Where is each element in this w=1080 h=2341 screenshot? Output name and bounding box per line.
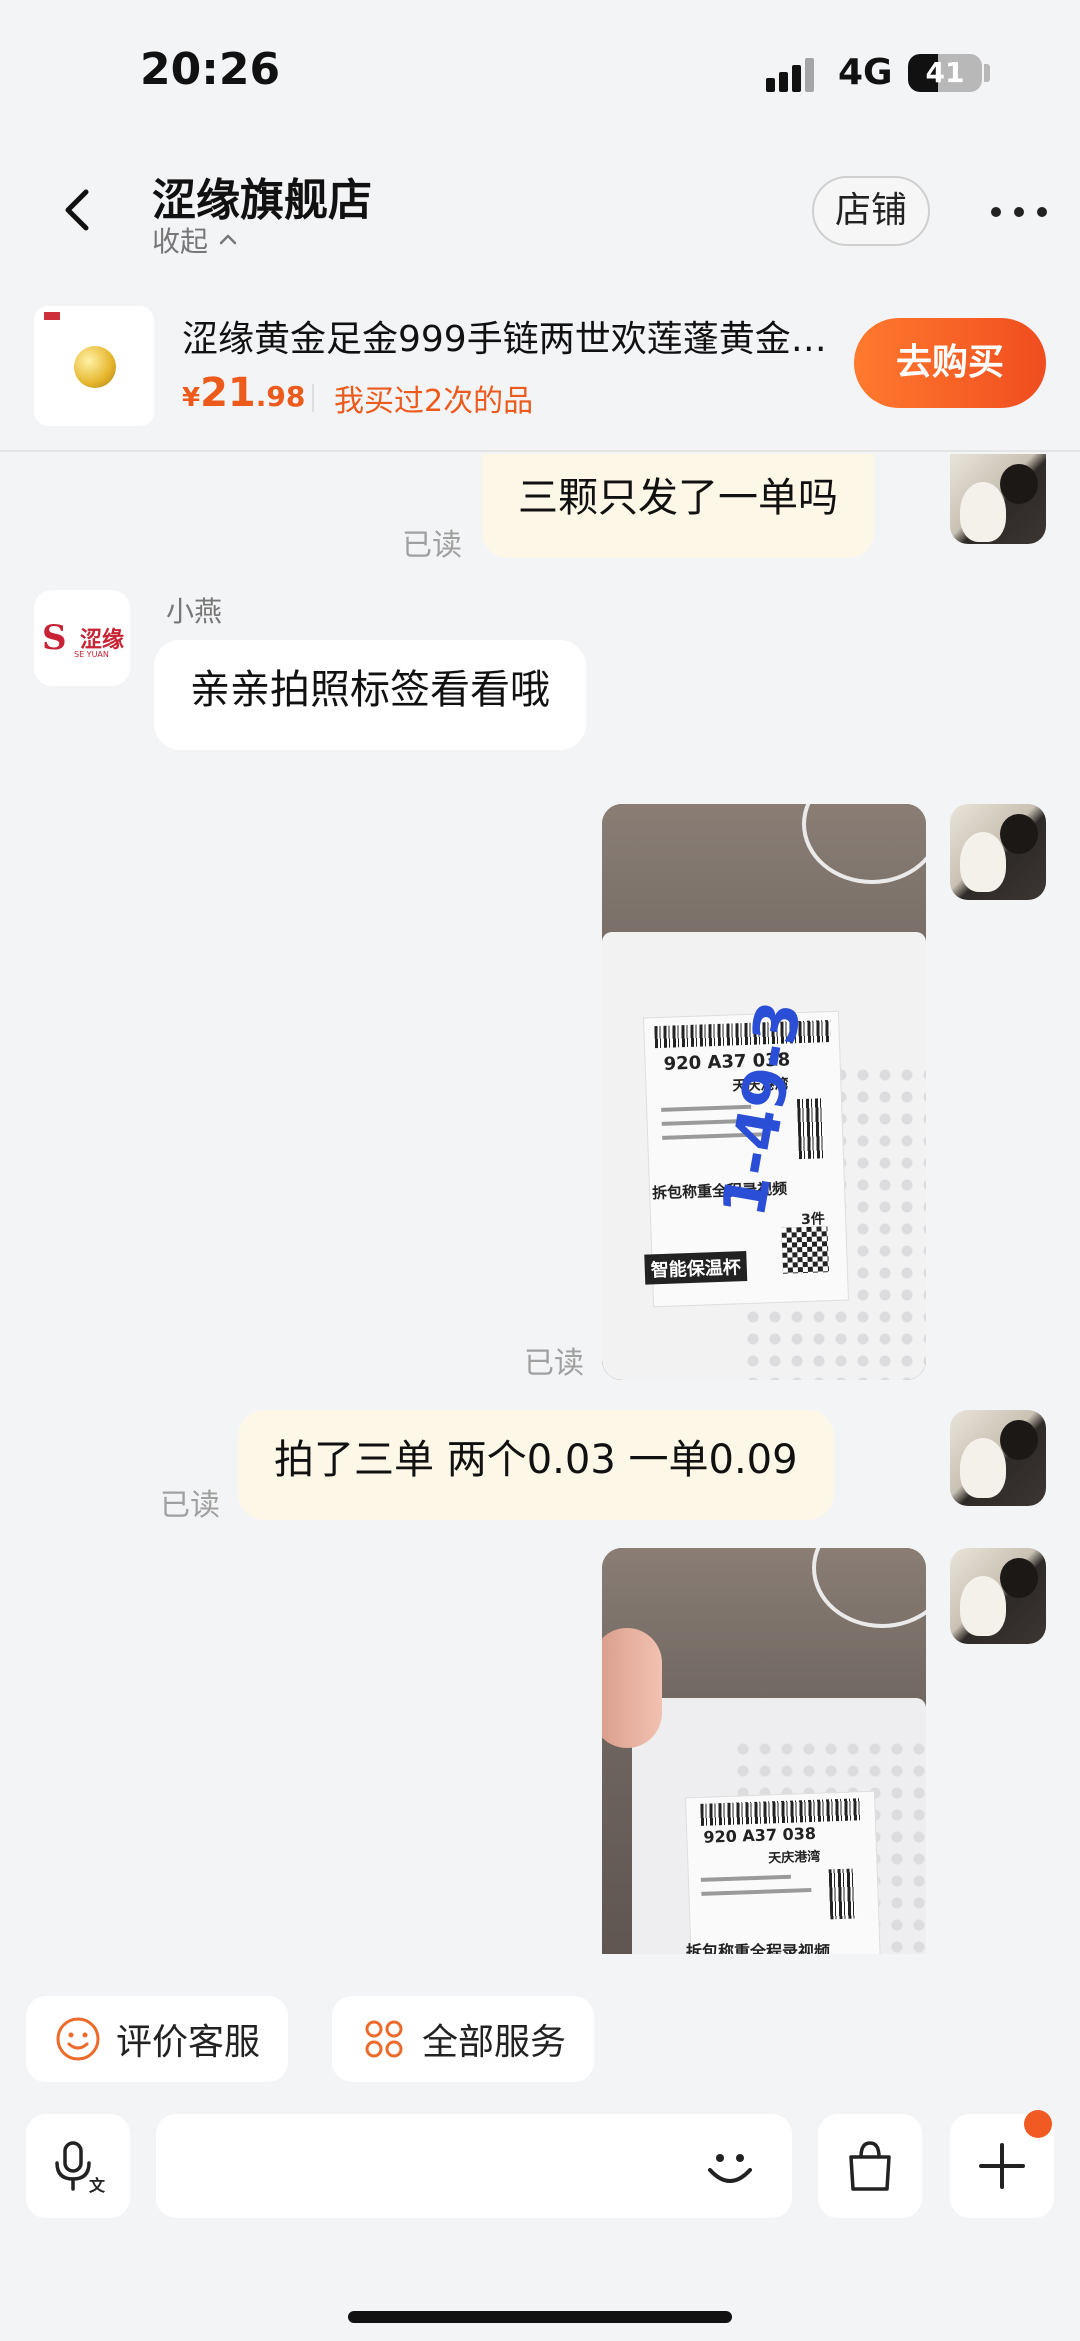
brand-mark [44, 312, 60, 320]
label-notice: 拆包称重全程录视频 [686, 1942, 831, 1954]
voice-button[interactable]: 文 [26, 2114, 130, 2218]
status-bar: 20:26 4G 41 [0, 0, 1080, 140]
cat-figure [960, 482, 1006, 542]
label-line [701, 1888, 812, 1896]
collapse-toggle[interactable]: 收起 [152, 220, 240, 260]
product-image[interactable] [34, 306, 154, 426]
divider [312, 384, 314, 412]
price-integer: 21 [200, 370, 256, 416]
chat-header: 涩缘旗舰店 收起 店铺 [0, 150, 1080, 290]
shopping-bag-icon [849, 2141, 891, 2191]
battery-tip [984, 64, 990, 82]
purchase-history-label: 我买过2次的品 [334, 384, 534, 419]
label-brand: 智能保温杯 [644, 1251, 748, 1285]
svg-text:文: 文 [89, 2176, 106, 2195]
user-avatar[interactable] [950, 804, 1046, 900]
shop-avatar[interactable]: S 涩缘 SE YUAN [34, 590, 130, 686]
cat-figure [960, 1576, 1006, 1636]
message-bubble-sent[interactable]: 三颗只发了一单吗 [482, 454, 874, 558]
shop-title: 涩缘旗舰店 [152, 175, 372, 226]
sender-name: 小燕 [166, 595, 223, 628]
rate-service-button[interactable]: 评价客服 [26, 1996, 289, 2082]
buy-button[interactable]: 去购买 [854, 318, 1046, 408]
hair-shape [1000, 464, 1038, 504]
service-chips: 评价客服 全部服务 [0, 1996, 1080, 2086]
read-status: 已读 [160, 1488, 220, 1523]
cat-figure [960, 1438, 1006, 1498]
hair-shape [1000, 1558, 1038, 1598]
battery-icon: 41 [908, 54, 982, 92]
chat-messages[interactable]: 已读 三颗只发了一单吗 S 涩缘 SE YUAN 小燕 亲亲拍照标签看看哦 已读… [0, 454, 1080, 1954]
more-horizontal-icon[interactable] [984, 192, 1054, 232]
voice-translate-icon: 文 [55, 2141, 106, 2195]
input-bar: 文 [0, 2110, 1080, 2220]
network-type: 4G [838, 52, 893, 93]
product-card[interactable]: 涩缘黄金足金999手链两世欢莲蓬黄金… ¥ 21 .98 我买过2次的品 去购买 [0, 296, 1080, 452]
user-avatar[interactable] [950, 1548, 1046, 1644]
home-indicator[interactable] [348, 2311, 732, 2323]
rate-service-label: 评价客服 [116, 2022, 261, 2063]
collapse-label: 收起 [152, 225, 209, 258]
gold-bead-image [74, 346, 116, 388]
label-code: 920 A37 038 [703, 1823, 817, 1847]
shipping-label: 920 A37 038 天庆港湾 [685, 1790, 881, 1954]
emoji-icon[interactable] [700, 2136, 760, 2196]
shop-logo-sub: SE YUAN [74, 650, 109, 659]
all-services-button[interactable]: 全部服务 [332, 1996, 595, 2082]
photo-message[interactable]: 920 A37 038 天庆港湾 拆包称重全程录视频 [602, 1548, 926, 1954]
label-location: 天庆港湾 [767, 1849, 821, 1867]
price-symbol: ¥ [182, 383, 201, 413]
label-line [700, 1874, 791, 1882]
grid-icon [365, 2020, 403, 2058]
message-bubble-sent[interactable]: 拍了三单 两个0.03 一单0.09 [238, 1410, 834, 1520]
hair-shape [1000, 814, 1038, 854]
shop-button[interactable]: 店铺 [812, 176, 930, 246]
product-price: ¥ 21 .98 [182, 370, 305, 416]
smile-icon [56, 2017, 100, 2061]
message-input[interactable] [180, 2138, 680, 2194]
barcode-vertical [828, 1868, 857, 1920]
battery-level: 41 [925, 56, 965, 89]
all-services-label: 全部服务 [422, 2022, 567, 2063]
barcode [700, 1798, 861, 1826]
chevron-up-icon [219, 234, 237, 245]
barcode-vertical [796, 1098, 826, 1160]
qr-code [781, 1226, 830, 1274]
finger [602, 1628, 662, 1748]
chevron-left-icon[interactable] [50, 180, 110, 240]
plus-icon [979, 2143, 1025, 2189]
message-bubble-received[interactable]: 亲亲拍照标签看看哦 [154, 640, 586, 750]
photo-message[interactable]: 920 A37 038 天庆港湾 拆包称重全程录视频 3件 智能保温杯 1-49… [602, 804, 926, 1380]
hair-shape [1000, 1420, 1038, 1460]
shop-logo-mark: S [42, 618, 67, 658]
user-avatar[interactable] [950, 454, 1046, 544]
notification-dot [1024, 2110, 1052, 2138]
read-status: 已读 [402, 528, 462, 563]
message-input-container [156, 2114, 792, 2218]
signal-icon [766, 56, 822, 92]
product-name[interactable]: 涩缘黄金足金999手链两世欢莲蓬黄金… [182, 310, 842, 362]
status-time: 20:26 [140, 44, 281, 95]
user-avatar[interactable] [950, 1410, 1046, 1506]
shopping-bag-button[interactable] [818, 2114, 922, 2218]
price-decimal: .98 [255, 380, 306, 413]
cat-figure [960, 832, 1006, 892]
read-status: 已读 [524, 1346, 584, 1381]
